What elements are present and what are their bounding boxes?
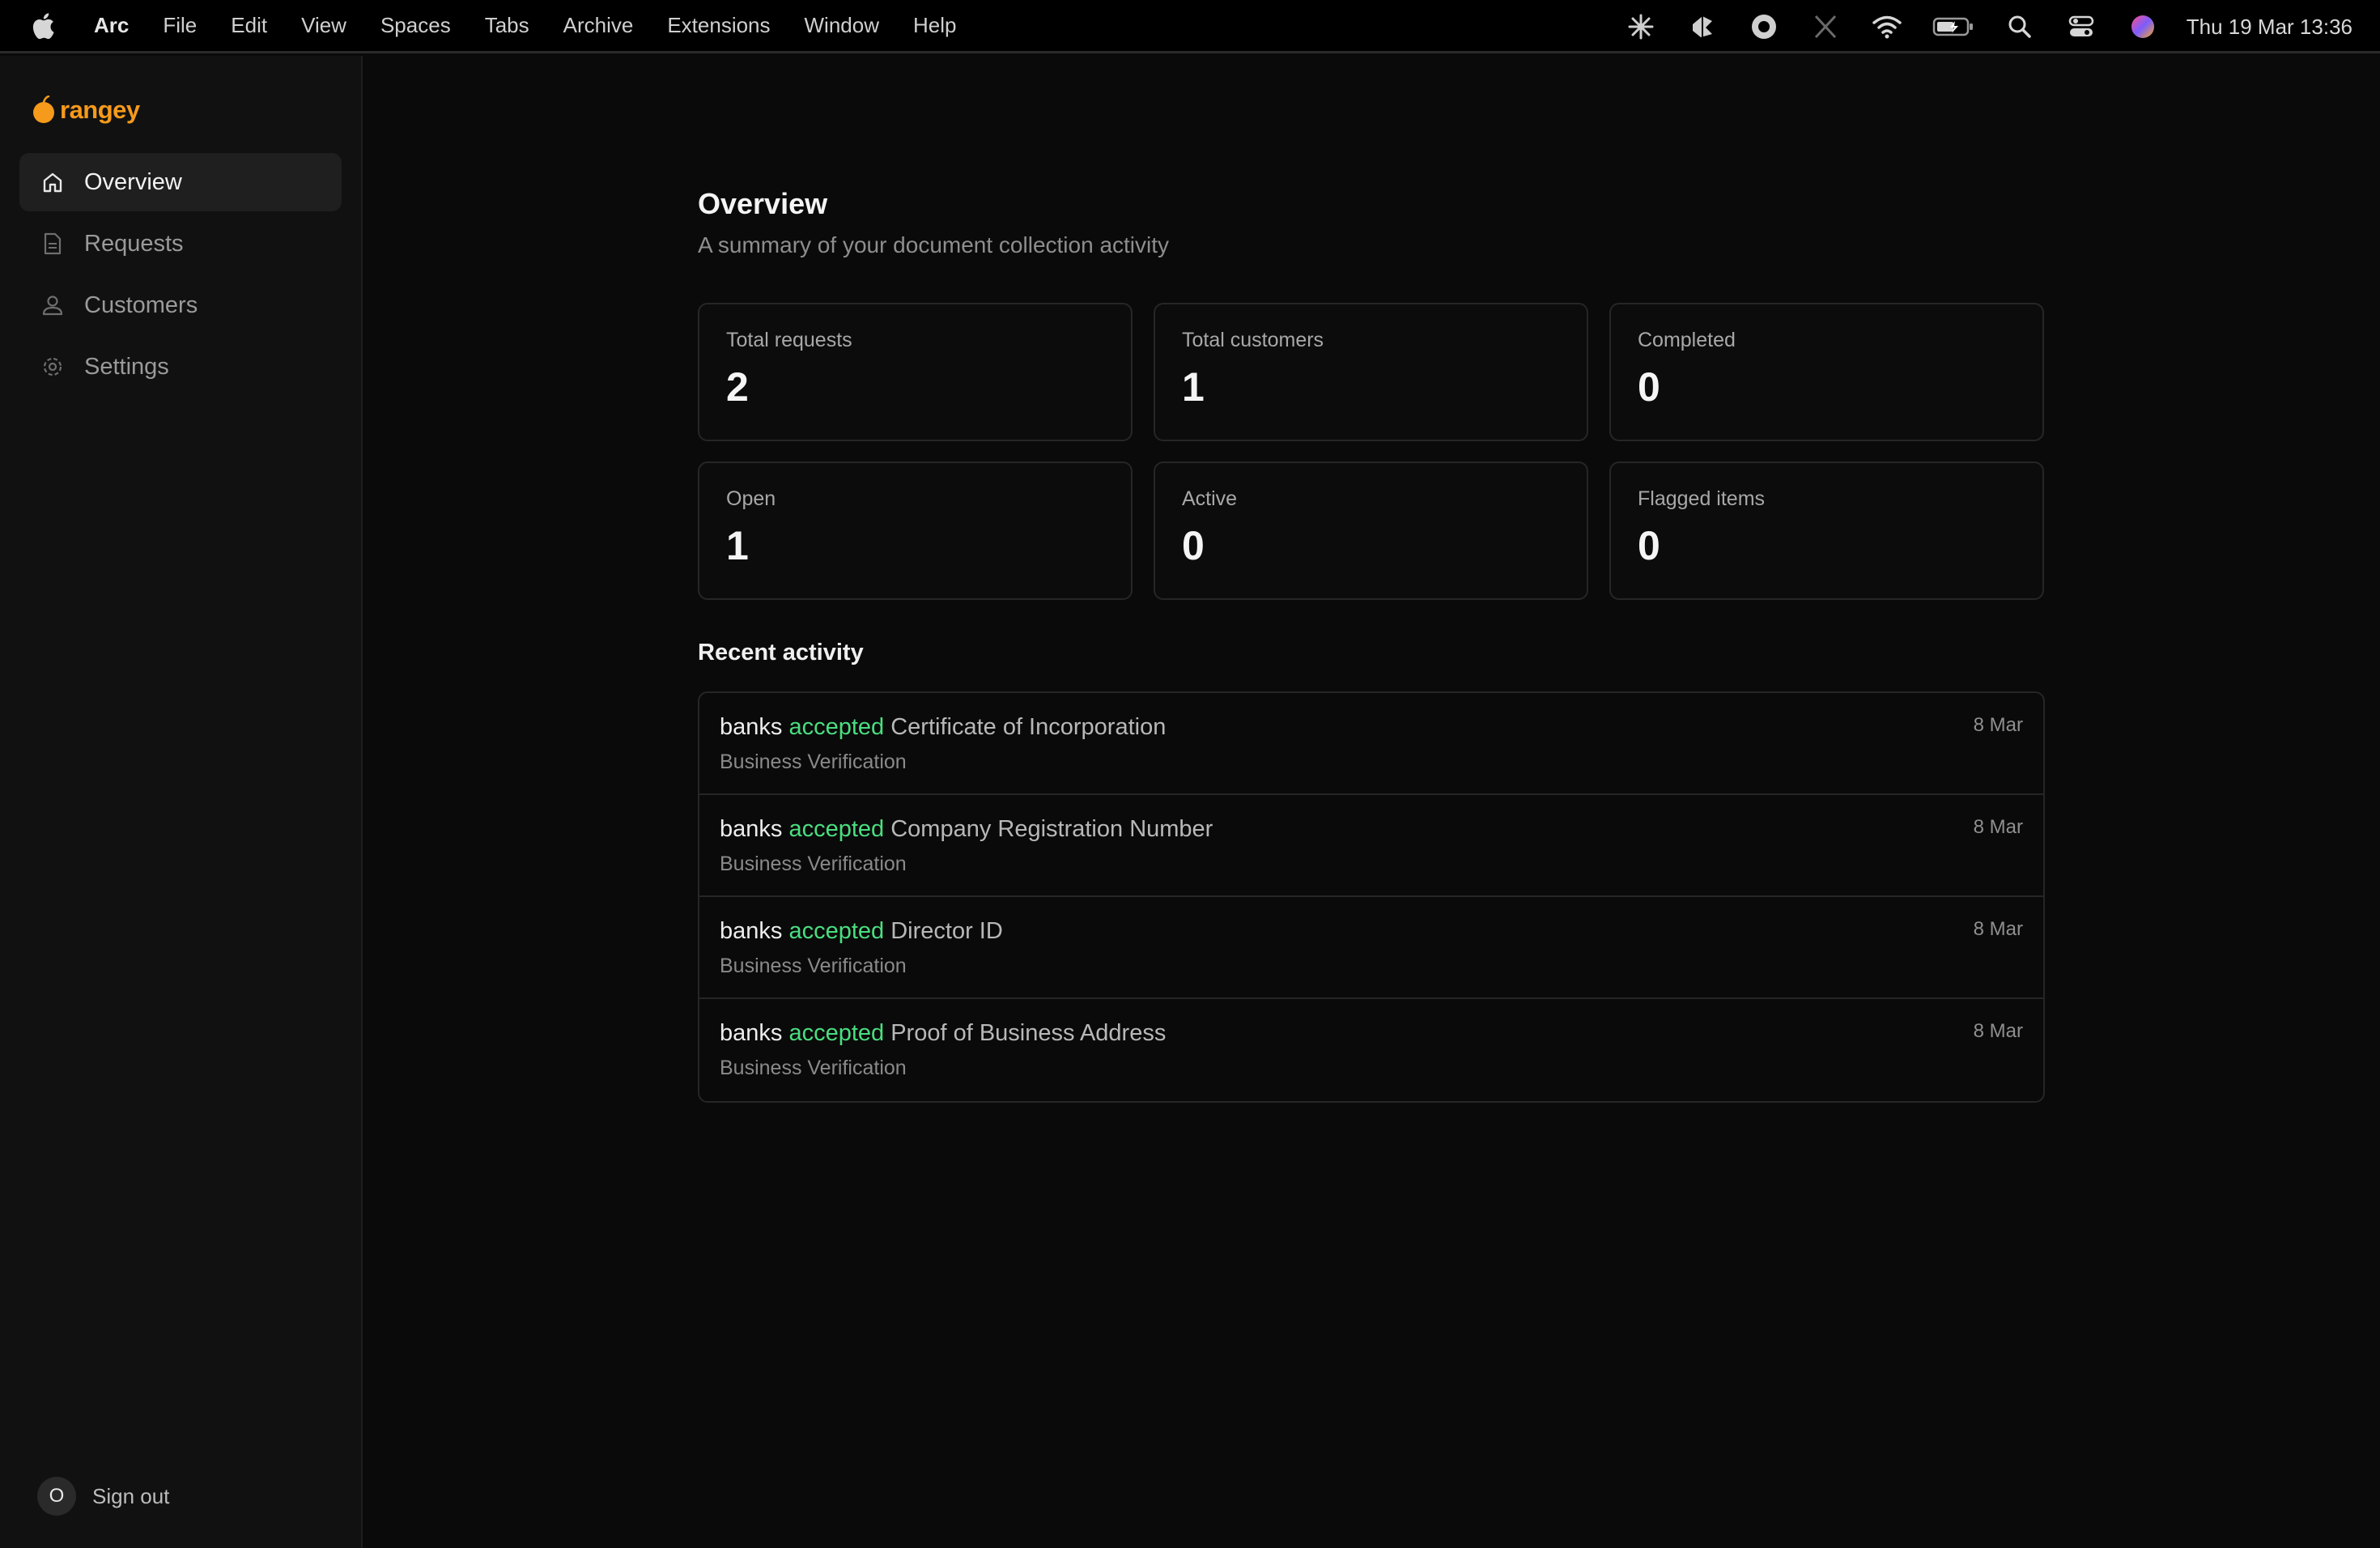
control-center-icon[interactable]	[2065, 11, 2097, 43]
macos-menu-bar: Arc File Edit View Spaces Tabs Archive E…	[0, 0, 2380, 53]
menu-clock[interactable]: Thu 19 Mar 13:36	[2187, 15, 2352, 40]
list-item[interactable]: banks accepted Certificate of Incorporat…	[699, 693, 2043, 795]
activity-actor: banks	[720, 918, 783, 944]
page-subtitle: A summary of your document collection ac…	[698, 232, 1170, 257]
stat-value: 1	[726, 523, 749, 568]
sidebar-item-label: Requests	[84, 230, 184, 257]
activity-text: banks accepted Company Registration Numb…	[720, 816, 2043, 843]
activity-verb: accepted	[788, 1020, 885, 1046]
activity-date: 8 Mar	[1973, 918, 2023, 940]
wifi-icon[interactable]	[1871, 11, 1903, 43]
apple-icon[interactable]	[31, 11, 57, 40]
user-icon	[40, 293, 65, 317]
stat-label: Completed	[1638, 329, 1736, 351]
sidebar-item-customers[interactable]: Customers	[19, 276, 342, 334]
stats-grid: Total requests 2 Total customers 1 Compl…	[698, 303, 2045, 600]
activity-text: banks accepted Certificate of Incorporat…	[720, 714, 2043, 741]
stat-label: Total customers	[1182, 329, 1324, 351]
figma-like-icon[interactable]	[1686, 11, 1719, 43]
activity-document: Company Registration Number	[890, 816, 1213, 842]
menu-app-name[interactable]: Arc	[94, 13, 129, 38]
record-icon[interactable]	[1748, 11, 1780, 43]
activity-document: Proof of Business Address	[890, 1020, 1167, 1046]
stat-card-total-requests: Total requests 2	[698, 303, 1133, 441]
brand-logo[interactable]: rangey	[32, 90, 140, 130]
stat-value: 1	[1182, 364, 1205, 410]
activity-document: Certificate of Incorporation	[890, 714, 1167, 740]
activity-actor: banks	[720, 816, 783, 842]
sidebar-item-requests[interactable]: Requests	[19, 215, 342, 273]
activity-category: Business Verification	[720, 853, 907, 875]
stat-card-flagged-items: Flagged items 0	[1609, 461, 2044, 600]
activity-document: Director ID	[890, 918, 1003, 944]
status-area: Thu 19 Mar 13:36	[1596, 0, 2352, 53]
sign-out-label: Sign out	[92, 1483, 170, 1508]
brand-name: rangey	[60, 96, 140, 124]
activity-date: 8 Mar	[1973, 714, 2023, 736]
activity-date: 8 Mar	[1973, 1020, 2023, 1042]
page-title: Overview	[698, 187, 828, 220]
menu-extensions[interactable]: Extensions	[667, 13, 770, 38]
sparkle-icon[interactable]	[1625, 11, 1657, 43]
activity-verb: accepted	[788, 816, 885, 842]
stat-value: 0	[1182, 523, 1205, 568]
search-icon[interactable]	[2004, 11, 2036, 43]
stat-label: Flagged items	[1638, 487, 1766, 510]
stat-label: Open	[726, 487, 776, 510]
stat-value: 0	[1638, 523, 1660, 568]
stat-label: Active	[1182, 487, 1238, 510]
x-icon[interactable]	[1809, 11, 1842, 43]
menu-help[interactable]: Help	[913, 13, 956, 38]
activity-category: Business Verification	[720, 751, 907, 773]
stat-card-completed: Completed 0	[1609, 303, 2044, 441]
orange-logo-icon	[32, 95, 57, 125]
activity-category: Business Verification	[720, 955, 907, 977]
stat-value: 0	[1638, 364, 1660, 410]
activity-actor: banks	[720, 714, 783, 740]
stat-card-active: Active 0	[1154, 461, 1588, 600]
activity-text: banks accepted Director ID	[720, 918, 2043, 945]
list-item[interactable]: banks accepted Proof of Business Address…	[699, 999, 2043, 1101]
activity-verb: accepted	[788, 918, 885, 944]
menu-view[interactable]: View	[301, 13, 346, 38]
sidebar-item-label: Settings	[84, 353, 169, 380]
avatar: O	[37, 1477, 76, 1516]
sidebar-item-settings[interactable]: Settings	[19, 338, 342, 396]
sign-out-button[interactable]: O Sign out	[37, 1477, 169, 1516]
battery-icon[interactable]	[1932, 11, 1974, 43]
sidebar-item-overview[interactable]: Overview	[19, 153, 342, 211]
stat-card-total-customers: Total customers 1	[1154, 303, 1588, 441]
sidebar-nav: Overview Requests Customers Settings	[19, 153, 342, 399]
recent-activity-list: banks accepted Certificate of Incorporat…	[698, 691, 2045, 1103]
document-icon	[40, 232, 65, 256]
recent-activity-title: Recent activity	[698, 640, 864, 666]
sidebar-item-label: Overview	[84, 168, 182, 195]
activity-actor: banks	[720, 1020, 783, 1046]
sidebar-item-label: Customers	[84, 291, 198, 318]
list-item[interactable]: banks accepted Company Registration Numb…	[699, 795, 2043, 897]
home-icon	[40, 170, 65, 194]
menu-spaces[interactable]: Spaces	[380, 13, 451, 38]
menu-file[interactable]: File	[163, 13, 197, 38]
menu-window[interactable]: Window	[805, 13, 879, 38]
sidebar: rangey Overview Requests Customers Setti…	[0, 56, 363, 1548]
gear-icon	[40, 355, 65, 379]
menu-tabs[interactable]: Tabs	[485, 13, 529, 38]
stat-label: Total requests	[726, 329, 852, 351]
stat-value: 2	[726, 364, 749, 410]
list-item[interactable]: banks accepted Director ID Business Veri…	[699, 897, 2043, 999]
menu-edit[interactable]: Edit	[231, 13, 267, 38]
activity-date: 8 Mar	[1973, 816, 2023, 838]
activity-verb: accepted	[788, 714, 885, 740]
menu-archive[interactable]: Archive	[563, 13, 634, 38]
siri-icon[interactable]	[2127, 11, 2159, 43]
activity-text: banks accepted Proof of Business Address	[720, 1020, 2043, 1047]
stat-card-open: Open 1	[698, 461, 1133, 600]
activity-category: Business Verification	[720, 1057, 907, 1079]
